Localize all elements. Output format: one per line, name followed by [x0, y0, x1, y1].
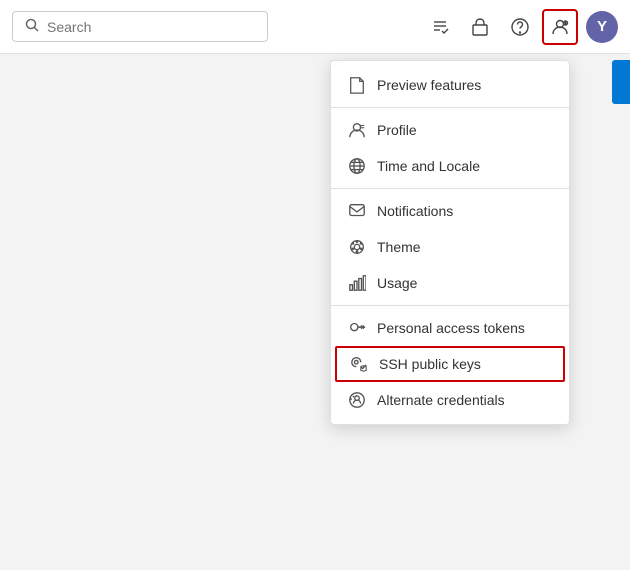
menu-item-time-locale[interactable]: Time and Locale [331, 148, 569, 184]
globe-icon [347, 157, 367, 175]
menu-item-alt-creds[interactable]: Alternate credentials [331, 382, 569, 418]
help-button[interactable] [502, 9, 538, 45]
preview-features-label: Preview features [377, 77, 553, 93]
notifications-label: Notifications [377, 203, 553, 219]
topbar: Y [0, 0, 630, 54]
theme-icon [347, 238, 367, 256]
profile-icon [347, 121, 367, 139]
menu-item-preview-features[interactable]: Preview features [331, 67, 569, 103]
search-input[interactable] [47, 19, 255, 35]
blue-button-stub [612, 60, 630, 104]
menu-item-usage[interactable]: Usage [331, 265, 569, 301]
ssh-label: SSH public keys [379, 356, 551, 372]
avatar[interactable]: Y [586, 11, 618, 43]
time-locale-label: Time and Locale [377, 158, 553, 174]
pat-label: Personal access tokens [377, 320, 553, 336]
profile-label: Profile [377, 122, 553, 138]
menu-item-profile[interactable]: Profile [331, 112, 569, 148]
ssh-icon [349, 355, 369, 373]
menu-item-ssh[interactable]: SSH public keys [335, 346, 565, 382]
menu-item-theme[interactable]: Theme [331, 229, 569, 265]
divider-3 [331, 305, 569, 306]
usage-icon [347, 274, 367, 292]
search-box[interactable] [12, 11, 268, 42]
user-settings-button[interactable] [542, 9, 578, 45]
theme-label: Theme [377, 239, 553, 255]
tasks-button[interactable] [422, 9, 458, 45]
pat-icon [347, 319, 367, 337]
dropdown-menu: Preview features Profile Time and Locale [330, 60, 570, 425]
usage-label: Usage [377, 275, 553, 291]
divider-1 [331, 107, 569, 108]
document-icon [347, 76, 367, 94]
divider-2 [331, 188, 569, 189]
alt-creds-icon [347, 391, 367, 409]
alt-creds-label: Alternate credentials [377, 392, 553, 408]
menu-item-notifications[interactable]: Notifications [331, 193, 569, 229]
search-icon [25, 18, 39, 35]
chat-icon [347, 202, 367, 220]
menu-item-pat[interactable]: Personal access tokens [331, 310, 569, 346]
store-button[interactable] [462, 9, 498, 45]
topbar-icons: Y [422, 9, 618, 45]
